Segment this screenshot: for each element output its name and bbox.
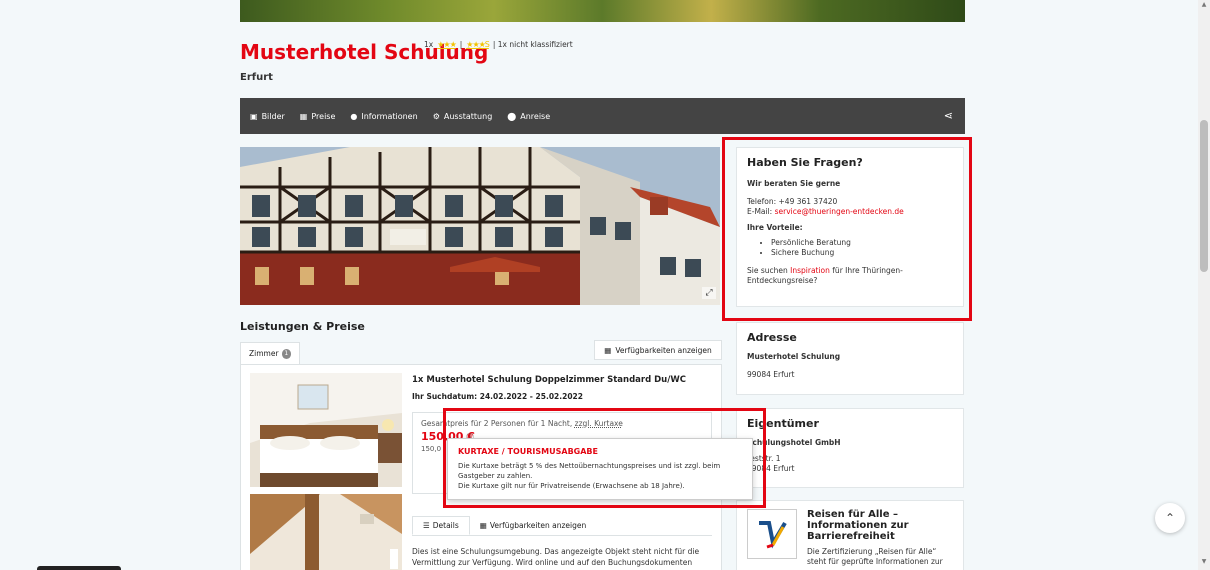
hotel-facade-image: [240, 147, 720, 305]
room-image-bedroom[interactable]: [250, 373, 402, 487]
owner-title: Eigentümer: [747, 417, 819, 430]
accessibility-logo-icon: [759, 521, 787, 549]
hotel-city: Erfurt: [240, 72, 273, 83]
amenities-icon: ⚙: [432, 111, 440, 121]
attic-photo: [250, 494, 402, 570]
scroll-down-arrow-icon[interactable]: ▼: [1199, 558, 1209, 568]
info-icon: ●: [350, 111, 358, 121]
bottom-overlay-bar: [37, 566, 121, 570]
rating-unclassified: | 1x nicht klassifiziert: [492, 40, 573, 49]
tab-label: Zimmer: [249, 349, 279, 358]
page-scrollbar[interactable]: [1198, 0, 1210, 570]
owner-card: Eigentümer Schulungshotel GmbH Teststr. …: [736, 408, 964, 488]
accessibility-card: Reisen für Alle – Informationen zur Barr…: [736, 500, 964, 570]
chevron-up-icon: ⌃: [1164, 511, 1176, 525]
owner-name: Schulungshotel GmbH: [747, 438, 841, 447]
room-description: Dies ist eine Schulungsumgebung. Das ang…: [412, 547, 700, 567]
share-icon[interactable]: ⋖: [944, 109, 953, 122]
nav-label: Anreise: [520, 111, 551, 121]
calendar-icon: ▦: [299, 111, 308, 121]
nav-label: Informationen: [361, 111, 418, 121]
image-icon: ▣: [250, 111, 258, 121]
room-title: 1x Musterhotel Schulung Doppelzimmer Sta…: [412, 375, 686, 385]
list-icon: ☰: [423, 521, 430, 530]
highlight-box-kurtaxe: [443, 408, 766, 508]
hotel-navbar: ▣ Bilder ▦ Preise ● Informationen ⚙ Auss…: [240, 98, 965, 134]
tab-zimmer[interactable]: Zimmer 1: [240, 342, 300, 364]
star-rating-2[interactable]: ★★★S: [466, 40, 490, 49]
rating-separator: |: [459, 40, 463, 49]
owner-city: 99084 Erfurt: [747, 464, 795, 473]
nav-item-bilder[interactable]: ▣ Bilder: [250, 112, 294, 121]
bedroom-photo: [250, 373, 402, 487]
address-city: 99084 Erfurt: [747, 370, 795, 379]
star-rating-1[interactable]: ★★★: [437, 40, 456, 49]
calendar-icon: ▦: [479, 521, 487, 530]
address-title: Adresse: [747, 331, 797, 344]
nav-item-ausstattung[interactable]: ⚙ Ausstattung: [433, 112, 502, 121]
services-title: Leistungen & Preise: [240, 320, 365, 333]
nav-item-informationen[interactable]: ● Informationen: [350, 112, 426, 121]
back-to-top-button[interactable]: ⌃: [1155, 503, 1185, 533]
nav-label: Ausstattung: [443, 111, 493, 121]
tab-label: Details: [432, 521, 459, 530]
address-name: Musterhotel Schulung: [747, 352, 841, 361]
reisen-fuer-alle-logo: [747, 509, 797, 559]
nav-item-preise[interactable]: ▦ Preise: [300, 112, 345, 121]
room-subtabs: ☰ Details ▦ Verfügbarkeiten anzeigen: [412, 516, 712, 536]
highlight-box-contact: [722, 137, 972, 321]
tab-label: Verfügbarkeiten anzeigen: [489, 521, 587, 530]
hotel-rating: 1x ★★★ | ★★★S | 1x nicht klassifiziert: [424, 40, 573, 49]
nav-label: Preise: [311, 111, 336, 121]
rooms-count-badge: 1: [281, 348, 291, 359]
room-image-attic[interactable]: [250, 494, 402, 570]
price-sub: 150,0: [421, 445, 442, 453]
hero-image-strip: [240, 0, 965, 22]
tab-details[interactable]: ☰ Details: [412, 516, 470, 535]
availability-label: Verfügbarkeiten anzeigen: [615, 345, 712, 355]
hotel-gallery-image[interactable]: [240, 147, 720, 305]
owner-street: Teststr. 1: [747, 454, 781, 463]
scroll-up-arrow-icon[interactable]: ▲: [1199, 1, 1209, 11]
accessibility-text: Die Zertifizierung „Reisen für Alle“ ste…: [807, 547, 943, 566]
nav-label: Bilder: [261, 111, 285, 121]
rating-prefix: 1x: [424, 40, 434, 49]
address-card: Adresse Musterhotel Schulung 99084 Erfur…: [736, 322, 964, 395]
tab-availability[interactable]: ▦ Verfügbarkeiten anzeigen: [470, 516, 597, 535]
fullscreen-icon[interactable]: ⤢: [702, 287, 716, 299]
scrollbar-thumb[interactable]: [1200, 120, 1208, 272]
calendar-icon: ▦: [604, 345, 612, 355]
map-pin-icon: ⬤: [507, 111, 517, 121]
accessibility-title: Reisen für Alle – Informationen zur Barr…: [807, 509, 909, 542]
availability-button[interactable]: ▦ Verfügbarkeiten anzeigen: [594, 340, 722, 360]
nav-item-anreise[interactable]: ⬤ Anreise: [507, 112, 559, 121]
search-date: Ihr Suchdatum: 24.02.2022 - 25.02.2022: [412, 392, 583, 401]
